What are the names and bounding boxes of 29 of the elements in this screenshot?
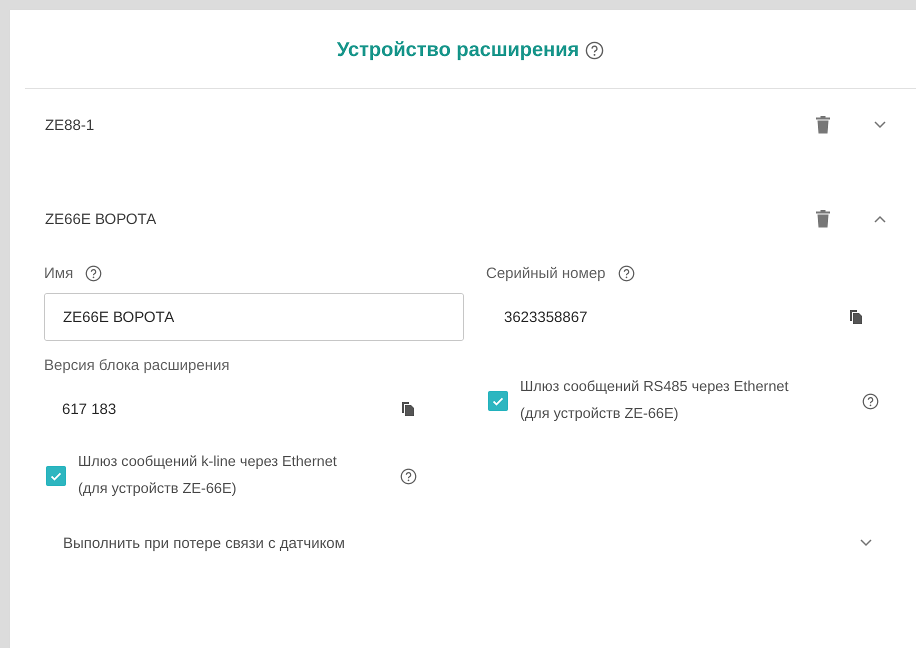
chevron-icon[interactable] xyxy=(860,539,872,547)
field-label: Версия блока расширения xyxy=(44,356,230,374)
trash-icon[interactable] xyxy=(816,210,830,228)
section-title: Устройство расширения xyxy=(336,38,580,62)
checkbox[interactable] xyxy=(46,466,66,486)
help-icon[interactable] xyxy=(585,40,604,60)
field-label: Имя xyxy=(44,264,74,282)
help-icon[interactable] xyxy=(85,264,102,282)
device-name: ZE88-1 xyxy=(45,116,96,134)
chevron-icon[interactable] xyxy=(874,121,886,129)
device-row[interactable]: ZE88-1 xyxy=(25,89,916,161)
checkbox[interactable] xyxy=(488,391,508,411)
name-input-field[interactable]: ZE66E ВОРОТА xyxy=(44,293,464,341)
chevron-icon[interactable] xyxy=(874,215,886,223)
help-icon[interactable] xyxy=(618,264,635,282)
help-icon[interactable] xyxy=(862,392,879,410)
copy-icon[interactable] xyxy=(402,402,414,416)
field-label: Серийный номер xyxy=(486,264,606,282)
help-icon[interactable] xyxy=(400,468,417,484)
checkbox-label: Шлюз сообщений k-line через Ethernet (для устройств ZE-66E) xyxy=(78,453,338,499)
checkbox-label: Шлюз сообщений RS485 через Ethernet (для устройств ZE-66E) xyxy=(520,378,790,424)
device-name: ZE66E ВОРОТА xyxy=(45,210,158,228)
copy-icon[interactable] xyxy=(850,310,862,324)
trash-icon[interactable] xyxy=(816,116,830,134)
device-row[interactable]: ZE66E ВОРОТА xyxy=(25,191,916,247)
collapsible-section[interactable]: Выполнить при потере связи с датчиком xyxy=(44,513,882,573)
version-value: 617 183 xyxy=(62,400,116,418)
serial-number-value: 3623358867 xyxy=(504,308,588,326)
section-label: Выполнить при потере связи с датчиком xyxy=(63,534,345,552)
